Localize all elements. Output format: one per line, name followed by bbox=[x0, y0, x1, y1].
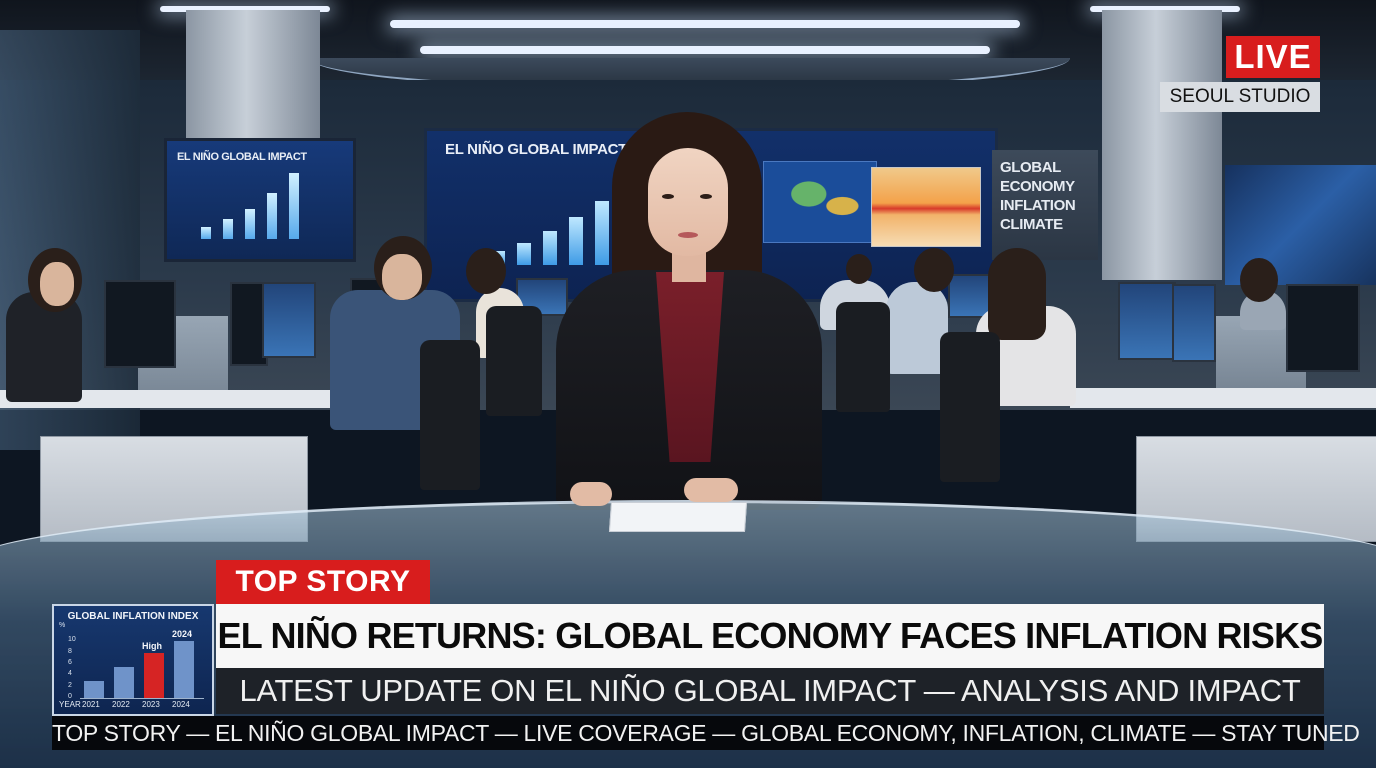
topic-word: ECONOMY bbox=[1000, 178, 1075, 195]
top-story-tag: TOP STORY bbox=[216, 560, 430, 604]
topic-word: GLOBAL bbox=[1000, 159, 1061, 176]
office-chair bbox=[940, 332, 1000, 482]
pillar bbox=[186, 10, 320, 140]
chart-bar-2024 bbox=[174, 641, 194, 698]
screen-bar bbox=[517, 243, 531, 265]
chart-bar-2022 bbox=[114, 666, 134, 698]
subline-banner: LATEST UPDATE ON EL NIÑO GLOBAL IMPACT —… bbox=[216, 668, 1324, 714]
main-screen-title: EL NIÑO GLOBAL IMPACT bbox=[445, 141, 628, 158]
headline-banner: EL NIÑO RETURNS: GLOBAL ECONOMY FACES IN… bbox=[216, 604, 1324, 668]
pillar bbox=[1102, 10, 1222, 280]
anchor-lips bbox=[678, 232, 698, 238]
live-badge: LIVE bbox=[1226, 36, 1320, 78]
anchor-eye bbox=[700, 194, 712, 199]
topic-word: CLIMATE bbox=[1000, 216, 1063, 233]
chart-ylabel: % bbox=[59, 622, 66, 629]
anchor-hand bbox=[570, 482, 612, 506]
sea-temperature-map bbox=[871, 167, 981, 247]
anchor-hand bbox=[684, 478, 738, 502]
chart-y-tick: 4 bbox=[68, 670, 72, 678]
screen-bar bbox=[245, 209, 255, 239]
chart-y-tick: 8 bbox=[68, 647, 72, 655]
office-monitor bbox=[262, 282, 316, 358]
screen-bar bbox=[543, 231, 557, 265]
screen-bar bbox=[569, 217, 583, 265]
topic-word: INFLATION bbox=[1000, 197, 1076, 214]
chart-bar-2023 bbox=[144, 652, 164, 698]
office-monitor bbox=[1286, 284, 1360, 372]
topic-screen: GLOBAL ECONOMY INFLATION CLIMATE bbox=[992, 150, 1098, 260]
ceiling-light bbox=[390, 20, 1020, 28]
inflation-chart: GLOBAL INFLATION INDEX % YEAR 0 2 4 6 8 10 202… bbox=[52, 604, 214, 716]
chart-bar-2021 bbox=[84, 681, 104, 698]
chart-title: GLOBAL INFLATION INDEX bbox=[67, 611, 199, 622]
office-desk bbox=[1070, 388, 1376, 408]
anchor-eye bbox=[662, 194, 674, 199]
ceiling-light bbox=[420, 46, 990, 54]
side-wall-screen: EL NIÑO GLOBAL IMPACT bbox=[164, 138, 356, 262]
chart-annotation: 2024 bbox=[172, 629, 193, 640]
screen-bar bbox=[289, 173, 299, 239]
script-paper bbox=[608, 502, 748, 532]
screen-bar bbox=[201, 227, 211, 239]
chart-xlabel: YEAR bbox=[59, 700, 81, 709]
anchor-face bbox=[648, 148, 728, 256]
chart-y-tick: 2 bbox=[68, 681, 72, 689]
office-chair bbox=[486, 306, 542, 416]
office-monitor bbox=[1118, 282, 1176, 360]
side-screen-title: EL NIÑO GLOBAL IMPACT bbox=[177, 151, 307, 163]
screen-bar bbox=[595, 201, 609, 265]
world-map-graphic bbox=[763, 161, 877, 243]
studio-label: SEOUL STUDIO bbox=[1160, 82, 1320, 112]
chart-x-tick: 2023 bbox=[142, 700, 160, 709]
news-ticker: TOP STORY — EL NIÑO GLOBAL IMPACT — LIVE… bbox=[52, 716, 1360, 750]
chart-y-tick: 6 bbox=[68, 659, 72, 666]
chart-y-tick: 10 bbox=[68, 636, 76, 644]
chart-x-tick: 2021 bbox=[82, 700, 100, 709]
chart-x-tick: 2022 bbox=[112, 700, 130, 709]
chart-y-tick: 0 bbox=[68, 693, 72, 700]
office-chair bbox=[836, 302, 890, 412]
chart-x-axis bbox=[80, 698, 204, 699]
screen-bar bbox=[223, 219, 233, 239]
office-monitor bbox=[104, 280, 176, 368]
chart-annotation: High bbox=[142, 640, 162, 651]
office-monitor bbox=[1172, 284, 1216, 362]
office-chair bbox=[420, 340, 480, 490]
screen-bar bbox=[267, 193, 277, 239]
chart-x-tick: 2024 bbox=[172, 700, 190, 709]
